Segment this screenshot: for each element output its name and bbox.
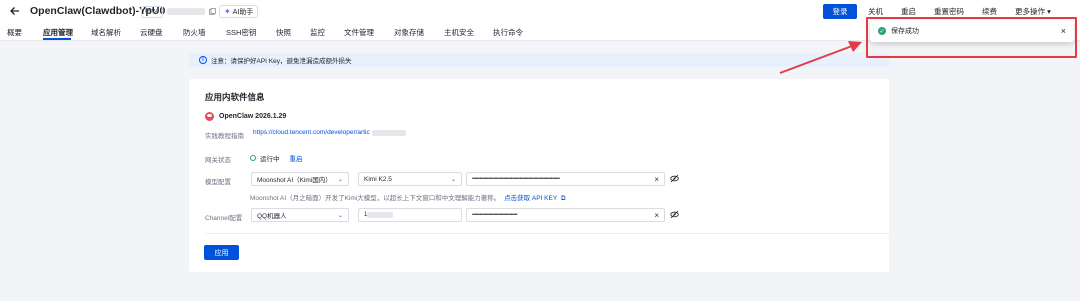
- clear-icon[interactable]: ×: [654, 211, 659, 220]
- ai-assistant-label: AI助手: [232, 8, 254, 16]
- tutorial-link-row: https://cloud.tencent.com/developer/arti…: [253, 129, 406, 136]
- channel-config-label: Channel配置: [205, 215, 243, 222]
- copy-icon[interactable]: [209, 8, 216, 15]
- model-hint: Moonshot AI（月之暗面）开发了Kimi大模型，以超长上下文窗口和中文理…: [250, 192, 566, 203]
- model-hint-text: Moonshot AI（月之暗面）开发了Kimi大模型，以超长上下文窗口和中文理…: [250, 195, 501, 202]
- api-key-notice: i 注意：请保护好API Key，避免泄漏造成额外损失: [189, 53, 889, 67]
- tab-app-management[interactable]: 应用管理: [43, 27, 73, 38]
- channel-id-input[interactable]: 1: [358, 208, 462, 222]
- tab-snapshot[interactable]: 快照: [276, 27, 291, 38]
- channel-id-blurred: [367, 212, 394, 218]
- ip-address-blurred: [167, 8, 206, 15]
- model-provider-select[interactable]: Moonshot AI（Kimi国内） ⌄: [251, 172, 349, 186]
- chevron-down-icon: ⌄: [337, 212, 343, 219]
- get-api-key-link[interactable]: 点击获取 API KEY: [504, 195, 557, 202]
- ipv4-badge: IPv4: [141, 5, 164, 18]
- info-icon: i: [199, 56, 207, 64]
- header-actions: 关机 重启 重置密码 续费 更多操作 ▾: [868, 6, 1051, 17]
- model-api-key-input[interactable]: ••••••••••••••••••••••••••••••••••••••••…: [466, 172, 665, 186]
- channel-secret-value: ••••••••••••••••••••••••••••••••••••: [472, 212, 518, 218]
- action-shutdown[interactable]: 关机: [868, 6, 883, 17]
- app-name: OpenClaw 2026.1.29: [219, 113, 287, 120]
- channel-secret-input[interactable]: •••••••••••••••••••••••••••••••••••• ×: [466, 208, 665, 222]
- external-link-icon: ⧉: [560, 195, 566, 202]
- ai-assistant-button[interactable]: ✦ AI助手: [219, 5, 259, 18]
- tab-overview[interactable]: 概要: [7, 27, 22, 38]
- tab-firewall[interactable]: 防火墙: [183, 27, 206, 38]
- app-name-row: OpenClaw 2026.1.29: [205, 112, 286, 121]
- back-arrow-icon[interactable]: [9, 5, 21, 17]
- gateway-status: 运行中: [260, 156, 280, 163]
- model-config-label: 模型配置: [205, 179, 231, 186]
- tab-host-security[interactable]: 主机安全: [444, 27, 474, 38]
- ipv4-label: IPv4: [145, 8, 160, 15]
- channel-type-select[interactable]: QQ机器人 ⌄: [251, 208, 349, 222]
- model-name-select[interactable]: Kimi K2.5 ⌄: [358, 172, 462, 186]
- tutorial-link-blurred: [371, 129, 406, 136]
- ip-info: IPv4: [141, 5, 216, 18]
- chevron-down-icon: ⌄: [337, 176, 343, 183]
- tab-dns[interactable]: 域名解析: [91, 27, 121, 38]
- clear-icon[interactable]: ×: [654, 175, 659, 184]
- tab-cloud-disk[interactable]: 云硬盘: [140, 27, 163, 38]
- divider: [205, 233, 889, 234]
- section-title: 应用内软件信息: [205, 92, 265, 102]
- tab-run-command[interactable]: 执行命令: [493, 27, 523, 38]
- openclaw-logo-icon: [205, 112, 214, 121]
- gateway-status-row: 运行中 重启: [250, 153, 303, 163]
- apply-button[interactable]: 应用: [204, 245, 239, 260]
- tab-monitor[interactable]: 监控: [310, 27, 325, 38]
- status-running-icon: [250, 155, 256, 161]
- tab-ssh-key[interactable]: SSH密钥: [226, 27, 256, 38]
- channel-type-value: QQ机器人: [257, 213, 287, 220]
- gateway-status-label: 网关状态: [205, 157, 231, 164]
- active-tab-indicator: [43, 38, 71, 40]
- tutorial-label: 实践教程指南: [205, 133, 244, 140]
- action-renew[interactable]: 续费: [982, 6, 997, 17]
- action-restart[interactable]: 重启: [901, 6, 916, 17]
- app-info-card: 应用内软件信息 OpenClaw 2026.1.29 实践教程指南 https:…: [189, 79, 889, 272]
- eye-hidden-icon[interactable]: [669, 174, 679, 184]
- sparkle-icon: ✦: [224, 7, 231, 16]
- notice-text: 注意：请保护好API Key，避免泄漏造成额外损失: [211, 58, 352, 65]
- restart-gateway-link[interactable]: 重启: [290, 153, 303, 163]
- tab-object-storage[interactable]: 对象存储: [394, 27, 424, 38]
- chevron-down-icon: ⌄: [450, 176, 456, 183]
- eye-hidden-icon[interactable]: [669, 210, 679, 220]
- tab-file-management[interactable]: 文件管理: [344, 27, 374, 38]
- action-reset-password[interactable]: 重置密码: [934, 6, 964, 17]
- model-api-key-value: ••••••••••••••••••••••••••••••••••••••••…: [472, 176, 560, 182]
- action-more[interactable]: 更多操作 ▾: [1015, 6, 1051, 17]
- model-provider-value: Moonshot AI（Kimi国内）: [257, 177, 332, 184]
- model-name-value: Kimi K2.5: [364, 175, 392, 183]
- login-button[interactable]: 登录: [823, 4, 857, 19]
- tutorial-link[interactable]: https://cloud.tencent.com/developer/arti…: [253, 129, 370, 136]
- annotation-highlight-box: [866, 17, 1077, 58]
